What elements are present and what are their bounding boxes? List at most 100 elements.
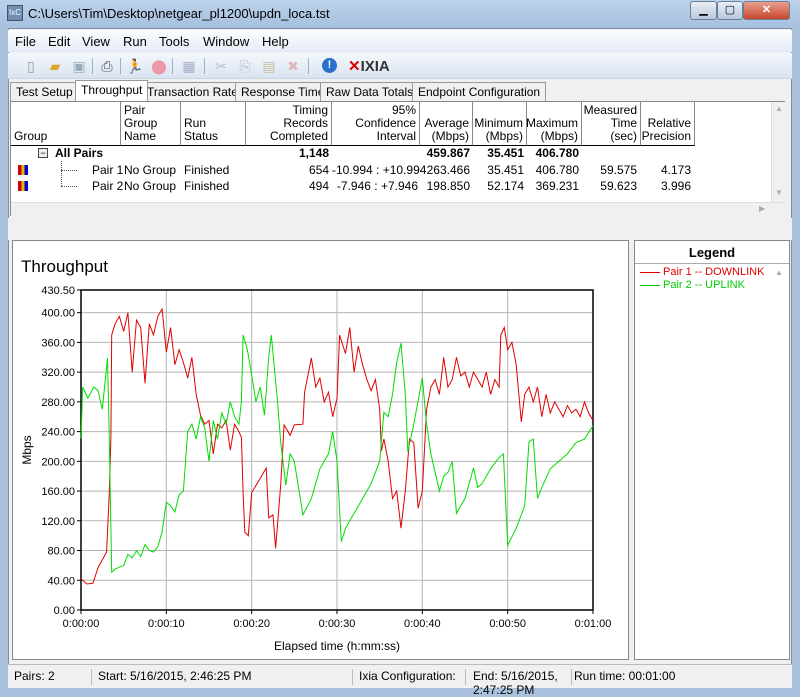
cell-status: Finished [184,163,230,177]
legend-swatch [640,284,660,286]
tree-line [61,170,62,186]
menu-run[interactable]: Run [123,34,147,49]
legend-title: Legend [688,245,736,260]
column-header-measured-time[interactable]: Measured Time (sec) [582,102,641,146]
results-table: Group Pair Group Name Run Status Timing … [10,101,785,216]
status-pairs: Pairs: 2 [14,669,92,685]
x-axis-label: Elapsed time (h:mm:ss) [274,639,400,653]
menu-tools[interactable]: Tools [159,34,189,49]
new-file-icon[interactable]: ▯ [22,57,40,75]
y-tick-label: 120.00 [41,516,75,528]
y-tick-label: 40.00 [47,575,75,587]
pair-icon [18,181,28,191]
copy-icon[interactable]: ⎘ [236,57,254,75]
column-header-maximum[interactable]: Maximum (Mbps) [526,102,582,146]
ixchariot-icon: IxC [7,5,23,21]
tab-throughput[interactable]: Throughput [75,80,149,101]
cell-records: 1,148 [298,146,329,160]
menu-edit[interactable]: Edit [48,34,70,49]
column-header-pair-group-name[interactable]: Pair Group Name [121,102,181,146]
toolbar: ▯ ▰ ▣ ⎙ 🏃 ⬤ ▦ ✂ ⎘ ▤ ✖ ! ✕IXIA [8,53,792,79]
tab-test-setup[interactable]: Test Setup [10,82,79,101]
legend-panel: Legend Pair 1 -- DOWNLINK Pair 2 -- UPLI… [634,240,790,660]
tab-transaction-rate[interactable]: Transaction Rate [141,82,244,101]
status-config: Ixia Configuration: [359,669,466,685]
paste-icon[interactable]: ▤ [260,57,278,75]
y-tick-label: 240.00 [41,427,75,439]
stop-icon[interactable]: ⬤ [150,57,168,75]
throughput-chart: Throughput Mbps Elapsed time (h:mm:ss) 0… [12,240,629,660]
toolbar-separator [308,58,309,74]
cell-ci: -10.994 : +10.994 [332,163,427,177]
column-header-timing-records[interactable]: Timing Records Completed [246,102,332,146]
status-start: Start: 5/16/2015, 2:46:25 PM [98,669,353,685]
pair-icon [18,165,28,175]
legend-item-pair-2[interactable]: Pair 2 -- UPLINK [640,279,745,291]
chart-title: Throughput [21,257,108,276]
open-folder-icon[interactable]: ▰ [46,57,64,75]
legend-list: Pair 1 -- DOWNLINK Pair 2 -- UPLINK ▲ [635,263,789,659]
tree-line [61,186,77,187]
horizontal-scrollbar[interactable]: ▶ [11,202,785,216]
maximize-icon: ▢ [724,4,736,16]
tab-endpoint-configuration[interactable]: Endpoint Configuration [412,82,547,101]
cell-maximum: 406.780 [535,163,579,177]
cell-average: 459.867 [426,146,470,160]
info-icon[interactable]: ! [322,58,337,73]
cell-records: 494 [308,179,329,193]
close-button[interactable]: ✕ [743,1,790,20]
status-end: End: 5/16/2015, 2:47:25 PM [473,669,572,697]
cell-time: 59.575 [600,163,637,177]
save-icon[interactable]: ▣ [70,57,88,75]
cell-time: 59.623 [600,179,637,193]
maximize-button[interactable]: ▢ [717,1,743,20]
y-axis-label: Mbps [20,435,34,464]
tab-raw-data-totals[interactable]: Raw Data Totals [320,82,420,101]
window-title: C:\Users\Tim\Desktop\netgear_pl1200\updn… [28,6,330,21]
menu-view[interactable]: View [82,34,110,49]
cell-pair-group: No Group [124,163,177,177]
cell-maximum: 369.231 [535,179,579,193]
refresh-icon[interactable]: ▦ [180,57,198,75]
legend-scroll-up-icon[interactable]: ▲ [775,268,783,277]
x-tick-label: 0:00:00 [63,618,100,630]
print-icon[interactable]: ⎙ [98,57,116,75]
column-header-relative-precision[interactable]: Relative Precision [641,102,695,146]
run-icon[interactable]: 🏃 [126,57,144,75]
toolbar-separator [204,58,205,74]
legend-swatch [640,271,660,273]
status-bar: Pairs: 2 Start: 5/16/2015, 2:46:25 PM Ix… [8,664,792,697]
tab-response-time[interactable]: Response Time [235,82,331,101]
column-header-average[interactable]: Average (Mbps) [420,102,473,146]
legend-item-pair-1[interactable]: Pair 1 -- DOWNLINK [640,266,764,278]
tab-bar: Test Setup Throughput Transaction Rate R… [8,80,792,101]
collapse-icon[interactable]: − [38,148,48,158]
vertical-scrollbar[interactable]: ▲ ▼ [771,102,785,202]
cell-precision: 3.996 [660,179,691,193]
delete-icon[interactable]: ✖ [284,57,302,75]
cell-minimum: 35.451 [487,163,524,177]
column-header-group[interactable]: Group [11,102,121,146]
menu-window[interactable]: Window [203,34,249,49]
minimize-button[interactable]: ▁ [690,1,717,20]
y-tick-label: 280.00 [41,397,75,409]
close-icon: ✕ [761,4,772,16]
column-header-run-status[interactable]: Run Status [181,102,246,146]
menu-help[interactable]: Help [262,34,289,49]
menu-file[interactable]: File [15,34,36,49]
tree-line [61,161,62,170]
x-tick-label: 0:00:40 [404,618,441,630]
cut-icon[interactable]: ✂ [212,57,230,75]
status-runtime: Run time: 00:01:00 [574,669,676,683]
y-tick-label: 360.00 [41,337,75,349]
cell-minimum: 52.174 [487,179,524,193]
column-header-confidence-interval[interactable]: 95% Confidence Interval [332,102,420,146]
chart-svg: Throughput Mbps Elapsed time (h:mm:ss) 0… [20,257,611,653]
menu-bar: File Edit View Run Tools Window Help [8,30,792,52]
tree-line [61,170,77,171]
y-tick-label: 0.00 [54,605,75,617]
cell-average: 198.850 [426,179,470,193]
pane-splitter[interactable] [8,218,792,240]
column-header-minimum[interactable]: Minimum (Mbps) [473,102,527,146]
cell-status: Finished [184,179,230,193]
